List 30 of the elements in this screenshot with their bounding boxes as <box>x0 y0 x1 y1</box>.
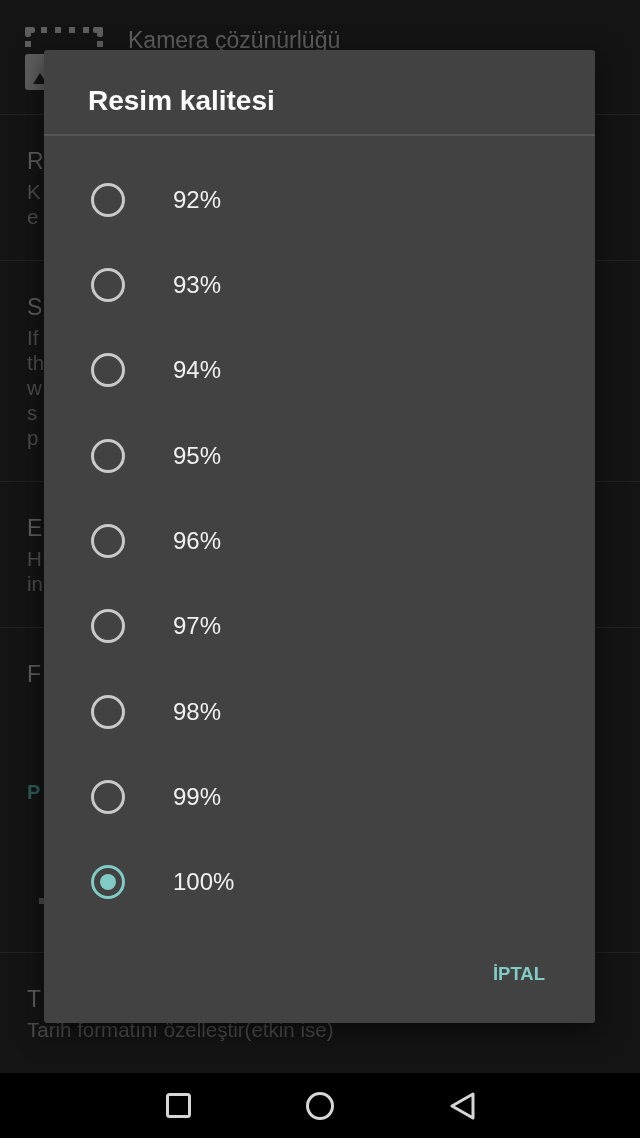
radio-button[interactable] <box>91 353 125 388</box>
setting-title: E <box>27 514 43 543</box>
square-icon[interactable] <box>165 1093 191 1118</box>
setting-title: F <box>27 660 42 689</box>
option-label[interactable]: 100% <box>173 867 235 898</box>
setting-title: R <box>27 147 44 176</box>
setting-title: Kamera çözünürlüğü <box>128 29 341 52</box>
radio-button[interactable] <box>91 438 125 473</box>
radio-button[interactable] <box>91 779 125 814</box>
option-label[interactable]: 98% <box>173 696 222 727</box>
option-label[interactable]: 97% <box>173 611 222 642</box>
setting-title: S <box>27 293 43 322</box>
setting-title: T <box>27 985 42 1014</box>
cancel-button[interactable]: İPTAL <box>484 948 553 999</box>
option-label[interactable]: 93% <box>173 270 222 300</box>
option-label[interactable]: 99% <box>173 781 222 812</box>
radio-button[interactable] <box>91 523 125 558</box>
option-label[interactable]: 96% <box>173 525 222 556</box>
dialog-title: Resim kalitesi <box>88 84 275 118</box>
option-label[interactable]: 95% <box>173 440 222 471</box>
radio-button[interactable] <box>91 182 125 217</box>
radio-button[interactable] <box>91 694 125 729</box>
triangle-icon[interactable] <box>449 1091 475 1120</box>
category-title: P <box>27 780 41 805</box>
circle-icon[interactable] <box>306 1091 334 1120</box>
radio-button[interactable] <box>91 268 125 302</box>
option-label[interactable]: 94% <box>173 355 222 386</box>
option-label[interactable]: 92% <box>173 184 222 215</box>
radio-button[interactable] <box>91 609 125 644</box>
radio-button[interactable] <box>91 865 125 900</box>
